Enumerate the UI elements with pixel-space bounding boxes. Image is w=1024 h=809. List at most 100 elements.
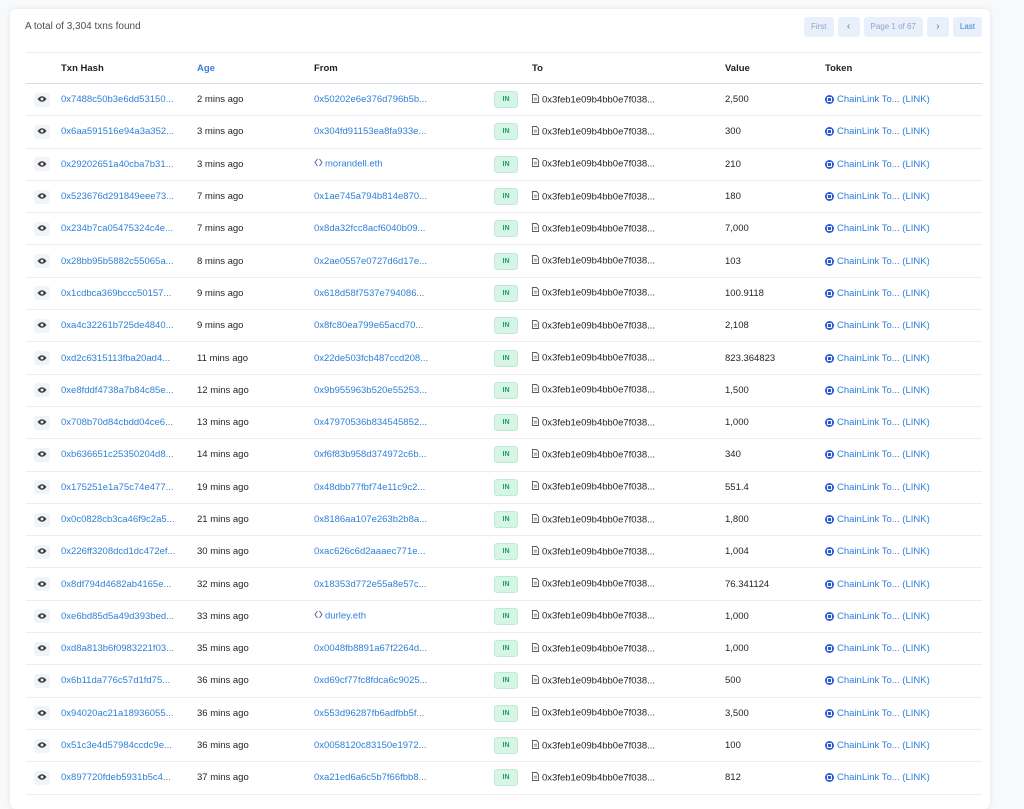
- txn-hash-link[interactable]: 0xd2c6315113fba20ad4...: [61, 353, 170, 364]
- token-link[interactable]: ChainLink To... (LINK): [837, 643, 930, 654]
- to-address[interactable]: 0x3feb1e09b4bb0e7f038...: [542, 676, 655, 687]
- from-address-link[interactable]: 0x618d58f7537e794086...: [314, 288, 424, 299]
- from-address-link[interactable]: 0x8fc80ea799e65acd70...: [314, 320, 423, 331]
- token-link[interactable]: ChainLink To... (LINK): [837, 579, 930, 590]
- token-link[interactable]: ChainLink To... (LINK): [837, 740, 930, 751]
- txn-hash-link[interactable]: 0xa4c32261b725de4840...: [61, 320, 174, 331]
- token-link[interactable]: ChainLink To... (LINK): [837, 288, 930, 299]
- eye-icon[interactable]: [34, 351, 50, 366]
- txn-hash-link[interactable]: 0x708b70d84cbdd04ce6...: [61, 417, 173, 428]
- eye-icon[interactable]: [34, 383, 50, 398]
- txn-hash-link[interactable]: 0x7488c50b3e6dd53150...: [61, 94, 174, 105]
- from-address-link[interactable]: 0xac626c6d2aaaec771e...: [314, 546, 425, 557]
- txn-hash-link[interactable]: 0x523676d291849eee73...: [61, 191, 174, 202]
- to-address[interactable]: 0x3feb1e09b4bb0e7f038...: [542, 417, 655, 428]
- from-address-link[interactable]: 0x0058120c83150e1972...: [314, 740, 427, 751]
- eye-icon[interactable]: [34, 480, 50, 495]
- to-address[interactable]: 0x3feb1e09b4bb0e7f038...: [542, 288, 655, 299]
- to-address[interactable]: 0x3feb1e09b4bb0e7f038...: [542, 482, 655, 493]
- to-address[interactable]: 0x3feb1e09b4bb0e7f038...: [542, 223, 655, 234]
- to-address[interactable]: 0x3feb1e09b4bb0e7f038...: [542, 385, 655, 396]
- from-address-link[interactable]: 0x2ae0557e0727d6d17e...: [314, 256, 427, 267]
- from-address-link[interactable]: 0x50202e6e376d796b5b...: [314, 94, 427, 105]
- to-address[interactable]: 0x3feb1e09b4bb0e7f038...: [542, 191, 655, 202]
- from-address-link[interactable]: 0x1ae745a794b814e870...: [314, 191, 427, 202]
- to-address[interactable]: 0x3feb1e09b4bb0e7f038...: [542, 708, 655, 719]
- eye-icon[interactable]: [34, 221, 50, 236]
- eye-icon[interactable]: [34, 92, 50, 107]
- from-address-link[interactable]: 0x9b955963b520e55253...: [314, 385, 427, 396]
- from-address-link[interactable]: 0x47970536b834545852...: [314, 417, 427, 428]
- token-link[interactable]: ChainLink To... (LINK): [837, 94, 930, 105]
- token-link[interactable]: ChainLink To... (LINK): [837, 708, 930, 719]
- from-address-link[interactable]: 0x18353d772e55a8e57c...: [314, 579, 427, 590]
- from-address-link[interactable]: 0xf6f83b958d374972c6b...: [314, 449, 427, 460]
- to-address[interactable]: 0x3feb1e09b4bb0e7f038...: [542, 611, 655, 622]
- eye-icon[interactable]: [34, 318, 50, 333]
- eye-icon[interactable]: [34, 544, 50, 559]
- eye-icon[interactable]: [34, 577, 50, 592]
- token-link[interactable]: ChainLink To... (LINK): [837, 191, 930, 202]
- eye-icon[interactable]: [34, 157, 50, 172]
- to-address[interactable]: 0x3feb1e09b4bb0e7f038...: [542, 126, 655, 137]
- to-address[interactable]: 0x3feb1e09b4bb0e7f038...: [542, 772, 655, 783]
- from-address-link[interactable]: 0x304fd91153ea8fa933e...: [314, 126, 426, 137]
- txn-hash-link[interactable]: 0x6b11da776c57d1fd75...: [61, 675, 170, 686]
- to-address[interactable]: 0x3feb1e09b4bb0e7f038...: [542, 449, 655, 460]
- to-address[interactable]: 0x3feb1e09b4bb0e7f038...: [542, 740, 655, 751]
- from-address-link[interactable]: morandell.eth: [325, 159, 383, 170]
- from-address-link[interactable]: 0x48dbb77fbf74e11c9c2...: [314, 482, 425, 493]
- txn-hash-link[interactable]: 0x6aa591516e94a3a352...: [61, 126, 174, 137]
- eye-icon[interactable]: [34, 609, 50, 624]
- token-link[interactable]: ChainLink To... (LINK): [837, 449, 930, 460]
- to-address[interactable]: 0x3feb1e09b4bb0e7f038...: [542, 353, 655, 364]
- from-address-link[interactable]: 0x0048fb8891a67f2264d...: [314, 643, 427, 654]
- to-address[interactable]: 0x3feb1e09b4bb0e7f038...: [542, 514, 655, 525]
- txn-hash-link[interactable]: 0x28bb95b5882c55065a...: [61, 256, 174, 267]
- token-link[interactable]: ChainLink To... (LINK): [837, 159, 930, 170]
- txn-hash-link[interactable]: 0x51c3e4d57984ccdc9e...: [61, 740, 172, 751]
- header-age[interactable]: Age: [197, 52, 314, 84]
- from-address-link[interactable]: durley.eth: [325, 611, 366, 622]
- token-link[interactable]: ChainLink To... (LINK): [837, 514, 930, 525]
- eye-icon[interactable]: [34, 770, 50, 785]
- token-link[interactable]: ChainLink To... (LINK): [837, 126, 930, 137]
- to-address[interactable]: 0x3feb1e09b4bb0e7f038...: [542, 579, 655, 590]
- eye-icon[interactable]: [34, 124, 50, 139]
- eye-icon[interactable]: [34, 641, 50, 656]
- txn-hash-link[interactable]: 0x1cdbca369bccc50157...: [61, 288, 171, 299]
- txn-hash-link[interactable]: 0x175251e1a75c74e477...: [61, 482, 174, 493]
- to-address[interactable]: 0x3feb1e09b4bb0e7f038...: [542, 159, 655, 170]
- next-page-button[interactable]: ›: [926, 17, 949, 37]
- to-address[interactable]: 0x3feb1e09b4bb0e7f038...: [542, 94, 655, 105]
- txn-hash-link[interactable]: 0x226ff3208dcd1dc472ef...: [61, 546, 175, 557]
- from-address-link[interactable]: 0x8da32fcc8acf6040b09...: [314, 223, 425, 234]
- eye-icon[interactable]: [34, 415, 50, 430]
- token-link[interactable]: ChainLink To... (LINK): [837, 417, 930, 428]
- token-link[interactable]: ChainLink To... (LINK): [837, 546, 930, 557]
- txn-hash-link[interactable]: 0x897720fdeb5931b5c4...: [61, 772, 171, 783]
- to-address[interactable]: 0x3feb1e09b4bb0e7f038...: [542, 643, 655, 654]
- token-link[interactable]: ChainLink To... (LINK): [837, 256, 930, 267]
- txn-hash-link[interactable]: 0x29202651a40cba7b31...: [61, 159, 174, 170]
- eye-icon[interactable]: [34, 512, 50, 527]
- to-address[interactable]: 0x3feb1e09b4bb0e7f038...: [542, 320, 655, 331]
- from-address-link[interactable]: 0xa21ed6a6c5b7f66fbb8...: [314, 772, 427, 783]
- to-address[interactable]: 0x3feb1e09b4bb0e7f038...: [542, 546, 655, 557]
- from-address-link[interactable]: 0x553d96287fb6adfbb5f...: [314, 708, 424, 719]
- txn-hash-link[interactable]: 0xe8fddf4738a7b84c85e...: [61, 385, 174, 396]
- prev-page-button[interactable]: ‹: [837, 17, 860, 37]
- from-address-link[interactable]: 0x22de503fcb487ccd208...: [314, 353, 428, 364]
- to-address[interactable]: 0x3feb1e09b4bb0e7f038...: [542, 256, 655, 267]
- txn-hash-link[interactable]: 0x94020ac21a18936055...: [61, 708, 174, 719]
- last-page-button[interactable]: Last: [952, 17, 982, 37]
- txn-hash-link[interactable]: 0x234b7ca05475324c4e...: [61, 223, 173, 234]
- token-link[interactable]: ChainLink To... (LINK): [837, 385, 930, 396]
- token-link[interactable]: ChainLink To... (LINK): [837, 675, 930, 686]
- txn-hash-link[interactable]: 0xe6bd85d5a49d393bed...: [61, 611, 174, 622]
- eye-icon[interactable]: [34, 254, 50, 269]
- eye-icon[interactable]: [34, 738, 50, 753]
- first-page-button[interactable]: First: [803, 17, 834, 37]
- eye-icon[interactable]: [34, 189, 50, 204]
- from-address-link[interactable]: 0xd69cf77fc8fdca6c9025...: [314, 675, 428, 686]
